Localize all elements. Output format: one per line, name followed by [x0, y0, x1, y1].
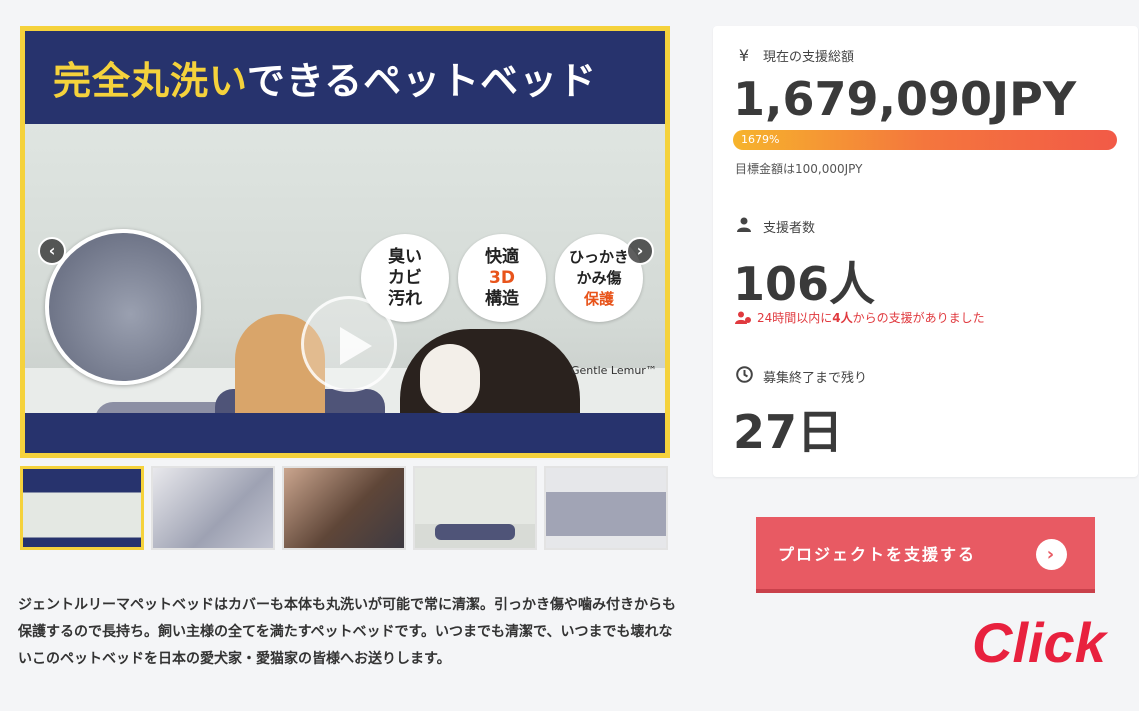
prev-slide-button[interactable]: ‹ [38, 237, 66, 265]
chevron-right-icon: › [636, 241, 644, 260]
bubble-text: カビ [388, 267, 422, 288]
hero-banner: 完全丸洗いできるペットベッド [25, 31, 665, 124]
total-label-row: ¥ 現在の支援総額 [735, 46, 854, 65]
progress-bar: 1679% [733, 130, 1117, 150]
remaining-label: 募集終了まで残り [763, 371, 868, 386]
thumbnail-3[interactable] [282, 466, 406, 550]
next-slide-button[interactable]: › [626, 237, 654, 265]
total-label: 現在の支援総額 [763, 50, 855, 65]
product-photo: 臭い カビ 汚れ 快適 3D 構造 ひっかきかみ傷保護 Gentle Lemur™ [25, 124, 665, 453]
bubble-text: 汚れ [388, 288, 422, 309]
bed-closeup-image [45, 229, 201, 385]
brand-logo: Gentle Lemur™ [571, 364, 657, 377]
play-video-button[interactable] [301, 296, 397, 392]
bubble-text: ひっかき [568, 247, 629, 266]
chevron-left-icon: ‹ [48, 241, 56, 260]
hero-title-rest: できるペットベッド [246, 59, 598, 103]
recent-backers-notice: 24時間以内に4人からの支援がありました [735, 309, 985, 326]
bubble-text: 保護 [583, 289, 614, 308]
recent-prefix: 24時間以内に [757, 311, 833, 325]
support-button-label: プロジェクトを支援する [778, 545, 977, 564]
thumbnail-1[interactable] [20, 466, 144, 550]
recent-text: 24時間以内に4人からの支援がありました [757, 309, 985, 326]
hero-title: 完全丸洗いできるペットベッド [53, 50, 597, 105]
thumbnail-5[interactable] [544, 466, 668, 550]
clock-icon [735, 366, 753, 387]
backers-label: 支援者数 [763, 221, 816, 236]
hero-bottom-band [25, 413, 665, 453]
total-amount: 1,679,090JPY [733, 72, 1077, 126]
thumbnail-4[interactable] [413, 466, 537, 550]
thumbnail-2[interactable] [151, 466, 275, 550]
bubble-text: 3D [489, 267, 515, 288]
thumbnail-strip [20, 466, 668, 550]
backers-count: 106人 [733, 257, 876, 311]
feature-bubble-3d: 快適 3D 構造 [458, 234, 546, 322]
support-project-button[interactable]: プロジェクトを支援する › [756, 517, 1095, 593]
main-visual[interactable]: 臭い カビ 汚れ 快適 3D 構造 ひっかきかみ傷保護 Gentle Lemur™ 完全… [20, 26, 670, 458]
dog-face [420, 344, 480, 414]
yen-icon: ¥ [738, 46, 750, 65]
hero-title-highlight: 完全丸洗い [53, 59, 247, 103]
click-annotation: Click [972, 611, 1106, 674]
arrow-right-icon: › [1036, 539, 1067, 570]
user-alert-icon [735, 311, 751, 324]
project-description: ジェントルリーマペットベッドはカバーも本体も丸洗いが可能で常に清潔。引っかき傷や… [18, 597, 676, 667]
recent-suffix: からの支援がありました [852, 311, 985, 325]
recent-count: 4人 [832, 311, 853, 325]
bubble-text: 構造 [485, 288, 519, 309]
main-image: 臭い カビ 汚れ 快適 3D 構造 ひっかきかみ傷保護 Gentle Lemur™ 完全… [25, 31, 665, 453]
goal-amount: 目標金額は100,000JPY [735, 162, 863, 176]
bubble-text: 快適 [485, 246, 519, 267]
bubble-text: 臭い [388, 246, 422, 267]
bubble-text: かみ傷 [576, 268, 622, 287]
backers-label-row: 支援者数 [735, 217, 815, 236]
stats-panel: ¥ 現在の支援総額 1,679,090JPY 1679% 目標金額は100,00… [713, 26, 1138, 477]
remaining-label-row: 募集終了まで残り [735, 366, 867, 387]
remaining-days: 27日 [733, 405, 844, 459]
progress-label: 1679% [741, 133, 780, 146]
user-icon [735, 217, 753, 236]
